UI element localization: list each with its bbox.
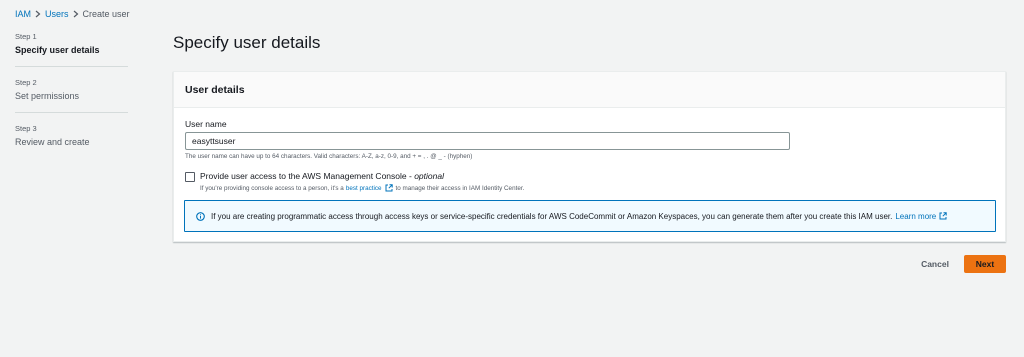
breadcrumb-users-link[interactable]: Users — [45, 9, 69, 19]
step-number: Step 1 — [15, 32, 37, 41]
breadcrumb-current: Create user — [82, 9, 130, 19]
best-practice-link[interactable]: best practice — [346, 185, 382, 192]
console-access-label[interactable]: Provide user access to the AWS Managemen… — [200, 171, 524, 181]
chevron-right-icon — [31, 10, 45, 18]
optional-label: optional — [414, 171, 444, 181]
chevron-right-icon — [69, 10, 83, 18]
wizard-steps: Step 1 Specify user details Step 2 Set p… — [15, 32, 128, 169]
info-icon — [196, 211, 205, 221]
step-title: Review and create — [15, 137, 90, 147]
panel-header: User details — [174, 72, 1005, 108]
next-button[interactable]: Next — [964, 255, 1006, 273]
user-name-label: User name — [185, 119, 227, 129]
step-title: Specify user details — [15, 45, 100, 55]
breadcrumb: IAM Users Create user — [15, 9, 130, 19]
learn-more-link[interactable]: Learn more — [895, 212, 936, 221]
console-desc-before: If you're providing console access to a … — [200, 184, 344, 192]
external-link-icon[interactable] — [385, 184, 393, 192]
step-title: Set permissions — [15, 91, 80, 101]
info-alert: If you are creating programmatic access … — [184, 200, 996, 232]
console-desc-after: to manage their access in IAM Identity C… — [395, 184, 525, 192]
step-1: Step 1 Specify user details — [15, 32, 128, 67]
external-link-icon[interactable] — [939, 212, 947, 220]
console-access-text: Provide user access to the AWS Managemen… — [200, 171, 524, 192]
step-2: Step 2 Set permissions — [15, 78, 128, 113]
step-number: Step 2 — [15, 78, 37, 87]
step-3: Step 3 Review and create — [15, 124, 128, 158]
console-access-label-text: Provide user access to the AWS Managemen… — [200, 171, 415, 181]
cancel-button[interactable]: Cancel — [915, 255, 955, 273]
step-number: Step 3 — [15, 124, 37, 133]
console-access-checkbox[interactable] — [185, 172, 195, 182]
console-access-option: Provide user access to the AWS Managemen… — [185, 171, 524, 192]
breadcrumb-iam-link[interactable]: IAM — [15, 9, 31, 19]
user-name-hint: The user name can have up to 64 characte… — [185, 153, 473, 160]
user-name-input[interactable] — [185, 132, 790, 150]
page-title: Specify user details — [173, 33, 321, 52]
user-details-panel: User details User name The user name can… — [173, 71, 1006, 242]
info-text: If you are creating programmatic access … — [211, 211, 893, 221]
console-access-description: If you're providing console access to a … — [200, 184, 524, 192]
